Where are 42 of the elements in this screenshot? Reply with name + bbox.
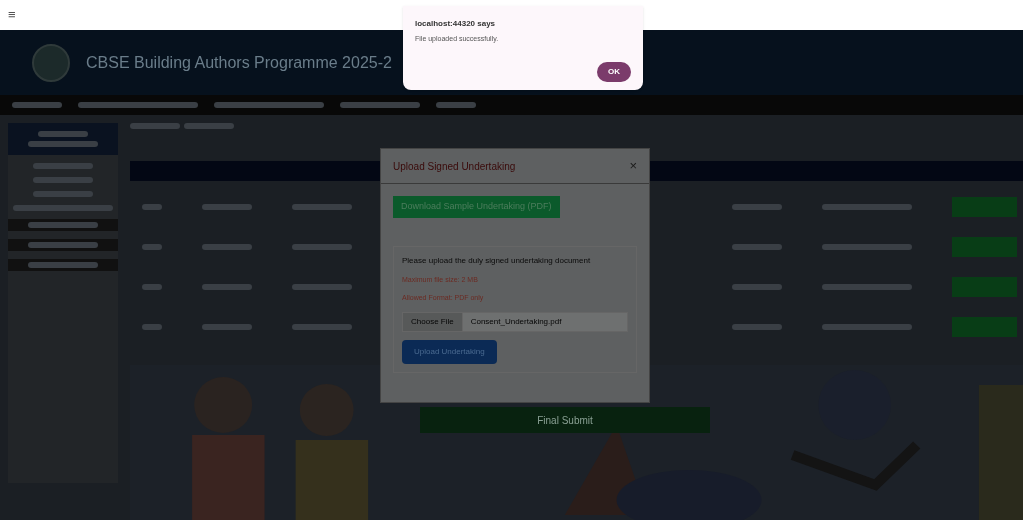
illegible-text [142, 204, 162, 210]
illegible-text [202, 204, 252, 210]
action-button[interactable] [952, 237, 1017, 257]
illegible-text [142, 244, 162, 250]
modal-title: Upload Signed Undertaking [393, 159, 516, 174]
illegible-text [732, 324, 782, 330]
action-button[interactable] [952, 277, 1017, 297]
menu-icon[interactable]: ≡ [8, 5, 16, 25]
ok-button[interactable]: OK [597, 62, 631, 82]
final-submit-button[interactable]: Final Submit [420, 407, 710, 433]
illegible-text [33, 163, 93, 169]
illegible-text [33, 191, 93, 197]
illegible-text [184, 123, 234, 129]
illegible-text [33, 177, 93, 183]
illegible-text [28, 242, 98, 248]
illegible-text [292, 204, 352, 210]
illegible-text [732, 204, 782, 210]
instruction-text: Please upload the duly signed undertaking document [402, 254, 592, 267]
illegible-text [130, 123, 180, 129]
illegible-text [28, 262, 98, 268]
illegible-text [202, 324, 252, 330]
alert-title: localhost:44320 says [415, 18, 497, 30]
logo-icon [32, 43, 70, 82]
illegible-text [28, 222, 98, 228]
illegible-text [202, 244, 252, 250]
illegible-text [12, 102, 62, 108]
illegible-text [142, 324, 162, 330]
illegible-text [28, 141, 98, 147]
illegible-text [202, 284, 252, 290]
illegible-text [292, 324, 352, 330]
illegible-text [292, 284, 352, 290]
site-title: CBSE Building Authors Programme 2025-2 [86, 52, 392, 73]
file-field[interactable]: Choose File Consent_Undertaking.pdf [402, 311, 628, 332]
action-button[interactable] [952, 197, 1017, 217]
illegible-text [436, 102, 476, 108]
illegible-text [38, 131, 88, 137]
illegible-text [732, 284, 782, 290]
illegible-text [292, 244, 352, 250]
action-button[interactable] [952, 317, 1017, 337]
illegible-text [732, 244, 782, 250]
close-icon[interactable]: × [629, 156, 637, 176]
illegible-text [142, 284, 162, 290]
